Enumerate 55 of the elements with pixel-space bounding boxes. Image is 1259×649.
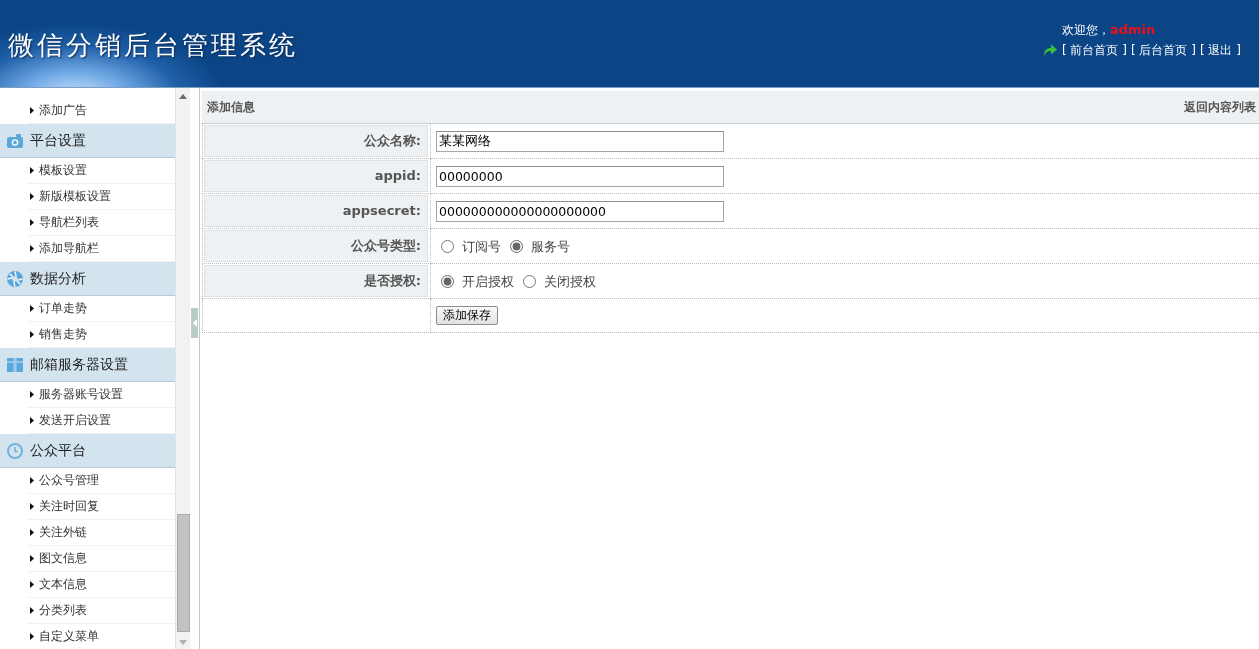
field-label: 是否授权: <box>204 265 428 297</box>
caret-icon <box>30 245 34 252</box>
scrollbar[interactable] <box>175 88 190 649</box>
caret-icon <box>30 167 34 174</box>
welcome-text: 欢迎您， <box>1062 22 1110 39</box>
text-input[interactable]: 某某网络 <box>436 130 724 152</box>
collapse-arrow-icon <box>192 319 197 327</box>
sidebar-group-header[interactable]: 邮箱服务器设置 <box>0 348 175 382</box>
caret-icon <box>30 607 34 614</box>
field-label: appid: <box>204 160 428 192</box>
sidebar-group-header[interactable]: 数据分析 <box>0 262 175 296</box>
radio-button[interactable] <box>441 239 454 253</box>
system-title: 微信分销后台管理系统 <box>7 30 298 62</box>
caret-icon <box>30 305 34 312</box>
header-link[interactable]: [ 前台首页 ] <box>1062 40 1127 60</box>
radio-button[interactable] <box>441 274 454 288</box>
panel-title: 添加信息 <box>207 99 255 115</box>
caret-icon <box>30 503 34 510</box>
caret-icon <box>30 107 34 114</box>
sidebar-group-header[interactable]: 平台设置 <box>0 124 175 158</box>
text-input[interactable]: 000000000000000000000 <box>436 200 724 222</box>
field-label: 公众名称: <box>204 125 428 157</box>
caret-icon <box>30 529 34 536</box>
radio-label[interactable]: 服务号 <box>531 238 570 254</box>
caret-icon <box>30 331 34 338</box>
radio-label[interactable]: 订阅号 <box>462 238 501 254</box>
text-input[interactable]: 00000000 <box>436 165 724 187</box>
radio-label[interactable]: 关闭授权 <box>544 273 596 289</box>
username-text: admin <box>1110 21 1156 39</box>
radio-button[interactable] <box>510 239 523 253</box>
scrollbar-thumb[interactable] <box>176 514 190 632</box>
arrow-icon <box>1043 44 1057 56</box>
aperture-icon <box>7 270 23 287</box>
header-link[interactable]: [ 后台首页 ] <box>1131 40 1196 60</box>
caret-icon <box>30 391 34 398</box>
caret-icon <box>30 417 34 424</box>
caret-icon <box>30 219 34 226</box>
box-icon <box>7 357 23 372</box>
sidebar-group-header[interactable]: 公众平台 <box>0 434 175 468</box>
save-button[interactable]: 添加保存 <box>436 306 498 325</box>
camera-icon <box>7 133 23 148</box>
caret-icon <box>30 581 34 588</box>
radio-button[interactable] <box>523 274 536 288</box>
radio-label[interactable]: 开启授权 <box>462 273 514 289</box>
caret-icon <box>30 193 34 200</box>
caret-icon <box>30 477 34 484</box>
back-link[interactable]: 返回内容列表 <box>1184 99 1256 115</box>
field-label: 公众号类型: <box>204 230 428 262</box>
collapse-handle[interactable] <box>191 308 198 338</box>
caret-icon <box>30 633 34 640</box>
header-link[interactable]: [ 退出 ] <box>1200 40 1241 60</box>
clock-icon <box>7 442 23 459</box>
scroll-up-icon[interactable] <box>179 94 187 99</box>
caret-icon <box>30 555 34 562</box>
field-label: appsecret: <box>204 195 428 227</box>
